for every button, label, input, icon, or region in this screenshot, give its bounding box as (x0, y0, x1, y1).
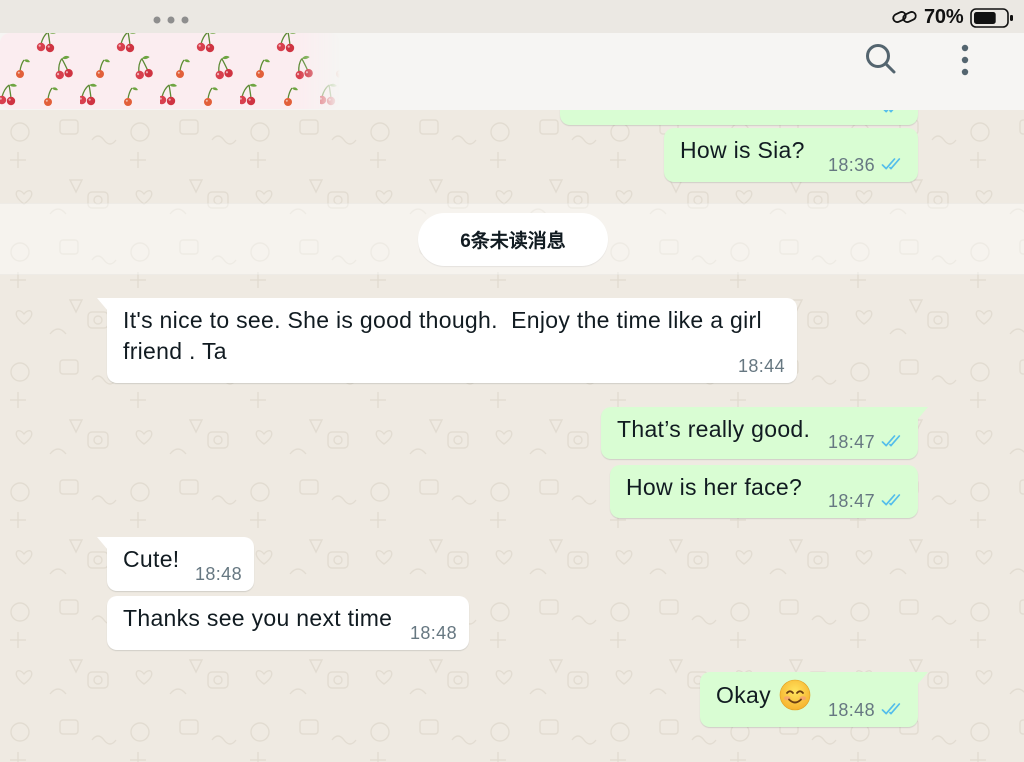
message-text-container: Okay (716, 679, 811, 711)
message-bubble-outgoing[interactable]: How is her face? 18:47 (610, 465, 918, 518)
message-bubble-incoming[interactable]: Thanks see you next time 18:48 (107, 596, 469, 650)
more-horizontal-icon[interactable] (150, 13, 192, 27)
message-text: Cute! (123, 546, 180, 572)
search-icon[interactable] (862, 40, 898, 76)
read-receipt-icon (881, 158, 901, 170)
read-receipt-icon (881, 435, 901, 447)
message-text: It's nice to see. She is good though. En… (123, 307, 769, 364)
chat-header (0, 33, 1024, 110)
read-receipt-icon (881, 703, 901, 715)
cherry-pattern-sticker[interactable] (0, 33, 340, 109)
unread-messages-label: 6条未读消息 (460, 231, 566, 252)
message-time: 18:44 (737, 356, 785, 376)
read-receipt-icon (881, 494, 901, 506)
battery-percentage: 70% (924, 6, 964, 28)
message-time: 18:48 (827, 700, 875, 720)
message-bubble-outgoing[interactable]: That’s really good. 18:47 (601, 407, 928, 459)
message-text: How is Sia? (680, 137, 805, 163)
message-bubble-outgoing[interactable]: How is Sia? 18:36 (664, 128, 918, 182)
message-time: 18:47 (827, 491, 875, 511)
message-bubble-outgoing[interactable]: Okay 18:48 (700, 672, 928, 727)
message-time: 18:48 (194, 564, 242, 584)
chat-area[interactable]: How is Sia? 18:36 6条未读消息 It's nice to se… (0, 110, 1024, 762)
message-text: Okay (716, 682, 771, 708)
message-time: 18:36 (827, 155, 875, 175)
battery-icon (970, 8, 1013, 28)
unread-messages-badge: 6条未读消息 (418, 213, 608, 266)
link-icon (892, 11, 917, 23)
message-time: 18:48 (409, 623, 457, 643)
read-receipt-icon (883, 110, 894, 113)
smiling-face-with-smiling-eyes-icon (779, 679, 811, 711)
message-bubble-partial[interactable] (560, 110, 918, 125)
message-bubble-incoming[interactable]: Cute! 18:48 (97, 537, 254, 591)
message-text: Thanks see you next time (123, 605, 393, 631)
more-vertical-icon[interactable] (955, 40, 975, 80)
message-time: 18:47 (827, 432, 875, 452)
status-bar: 70% (0, 0, 1024, 33)
message-bubble-incoming[interactable]: It's nice to see. She is good though. En… (97, 298, 797, 383)
message-text: How is her face? (626, 474, 803, 500)
message-text: That’s really good. (617, 416, 811, 442)
